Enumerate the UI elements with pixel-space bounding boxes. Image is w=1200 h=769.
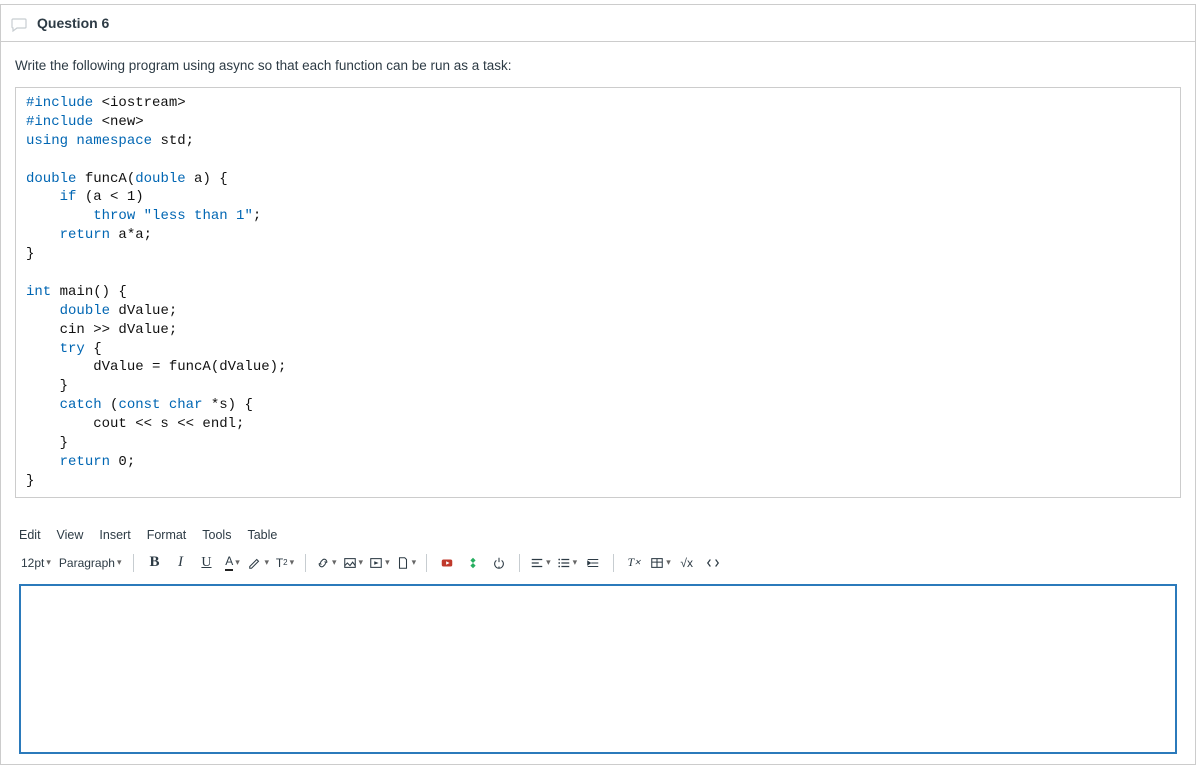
- equation-button[interactable]: √x: [675, 552, 699, 574]
- table-button[interactable]: ▾: [648, 552, 673, 574]
- chevron-down-icon: ▾: [666, 557, 671, 568]
- chevron-down-icon: ▾: [385, 557, 390, 568]
- chevron-down-icon: ▾: [290, 557, 295, 568]
- underline-button[interactable]: U: [194, 552, 218, 574]
- question-body: Write the following program using async …: [1, 42, 1195, 764]
- separator: [613, 554, 614, 572]
- separator: [133, 554, 134, 572]
- text-color-button[interactable]: A▾: [220, 552, 244, 574]
- font-size-dropdown[interactable]: 12pt▾: [19, 552, 53, 574]
- chevron-down-icon: ▾: [573, 557, 578, 568]
- menu-tools[interactable]: Tools: [202, 528, 231, 542]
- question-title: Question 6: [37, 15, 109, 31]
- link-button[interactable]: ▾: [314, 552, 339, 574]
- image-button[interactable]: ▾: [341, 552, 366, 574]
- indent-button[interactable]: [581, 552, 605, 574]
- menu-table[interactable]: Table: [247, 528, 277, 542]
- menu-view[interactable]: View: [57, 528, 84, 542]
- chevron-down-icon: ▾: [546, 557, 551, 568]
- comment-icon[interactable]: [11, 18, 27, 32]
- bold-button[interactable]: B: [142, 552, 166, 574]
- question-container: Question 6 Write the following program u…: [0, 4, 1196, 765]
- chevron-down-icon: ▾: [46, 557, 51, 568]
- chevron-down-icon: ▾: [412, 557, 417, 568]
- chevron-down-icon: ▾: [117, 557, 122, 568]
- embed-button[interactable]: [701, 552, 725, 574]
- document-button[interactable]: ▾: [394, 552, 419, 574]
- menu-edit[interactable]: Edit: [19, 528, 41, 542]
- apps-button[interactable]: [461, 552, 485, 574]
- highlight-button[interactable]: ▾: [246, 552, 271, 574]
- answer-editor[interactable]: [19, 584, 1177, 754]
- chevron-down-icon: ▾: [359, 557, 364, 568]
- paragraph-dropdown[interactable]: Paragraph▾: [55, 552, 126, 574]
- clear-format-button[interactable]: T✕: [622, 552, 646, 574]
- menu-insert[interactable]: Insert: [99, 528, 130, 542]
- editor-menubar: Edit View Insert Format Tools Table: [19, 528, 1181, 542]
- media-button[interactable]: ▾: [367, 552, 392, 574]
- code-block: #include <iostream> #include <new> using…: [15, 87, 1181, 498]
- menu-format[interactable]: Format: [147, 528, 187, 542]
- chevron-down-icon: ▾: [235, 557, 240, 568]
- separator: [426, 554, 427, 572]
- question-header: Question 6: [1, 5, 1195, 42]
- chevron-down-icon: ▾: [264, 557, 269, 568]
- italic-button[interactable]: I: [168, 552, 192, 574]
- record-button[interactable]: [435, 552, 459, 574]
- editor-toolbar: 12pt▾ Paragraph▾ B I U A▾ ▾ T2▾ ▾ ▾ ▾ ▾ …: [15, 550, 1181, 584]
- separator: [519, 554, 520, 572]
- external-tool-button[interactable]: [487, 552, 511, 574]
- align-button[interactable]: ▾: [528, 552, 553, 574]
- list-button[interactable]: ▾: [555, 552, 580, 574]
- chevron-down-icon: ▾: [332, 557, 337, 568]
- separator: [305, 554, 306, 572]
- superscript-button[interactable]: T2▾: [273, 552, 297, 574]
- prompt-text: Write the following program using async …: [15, 58, 1181, 73]
